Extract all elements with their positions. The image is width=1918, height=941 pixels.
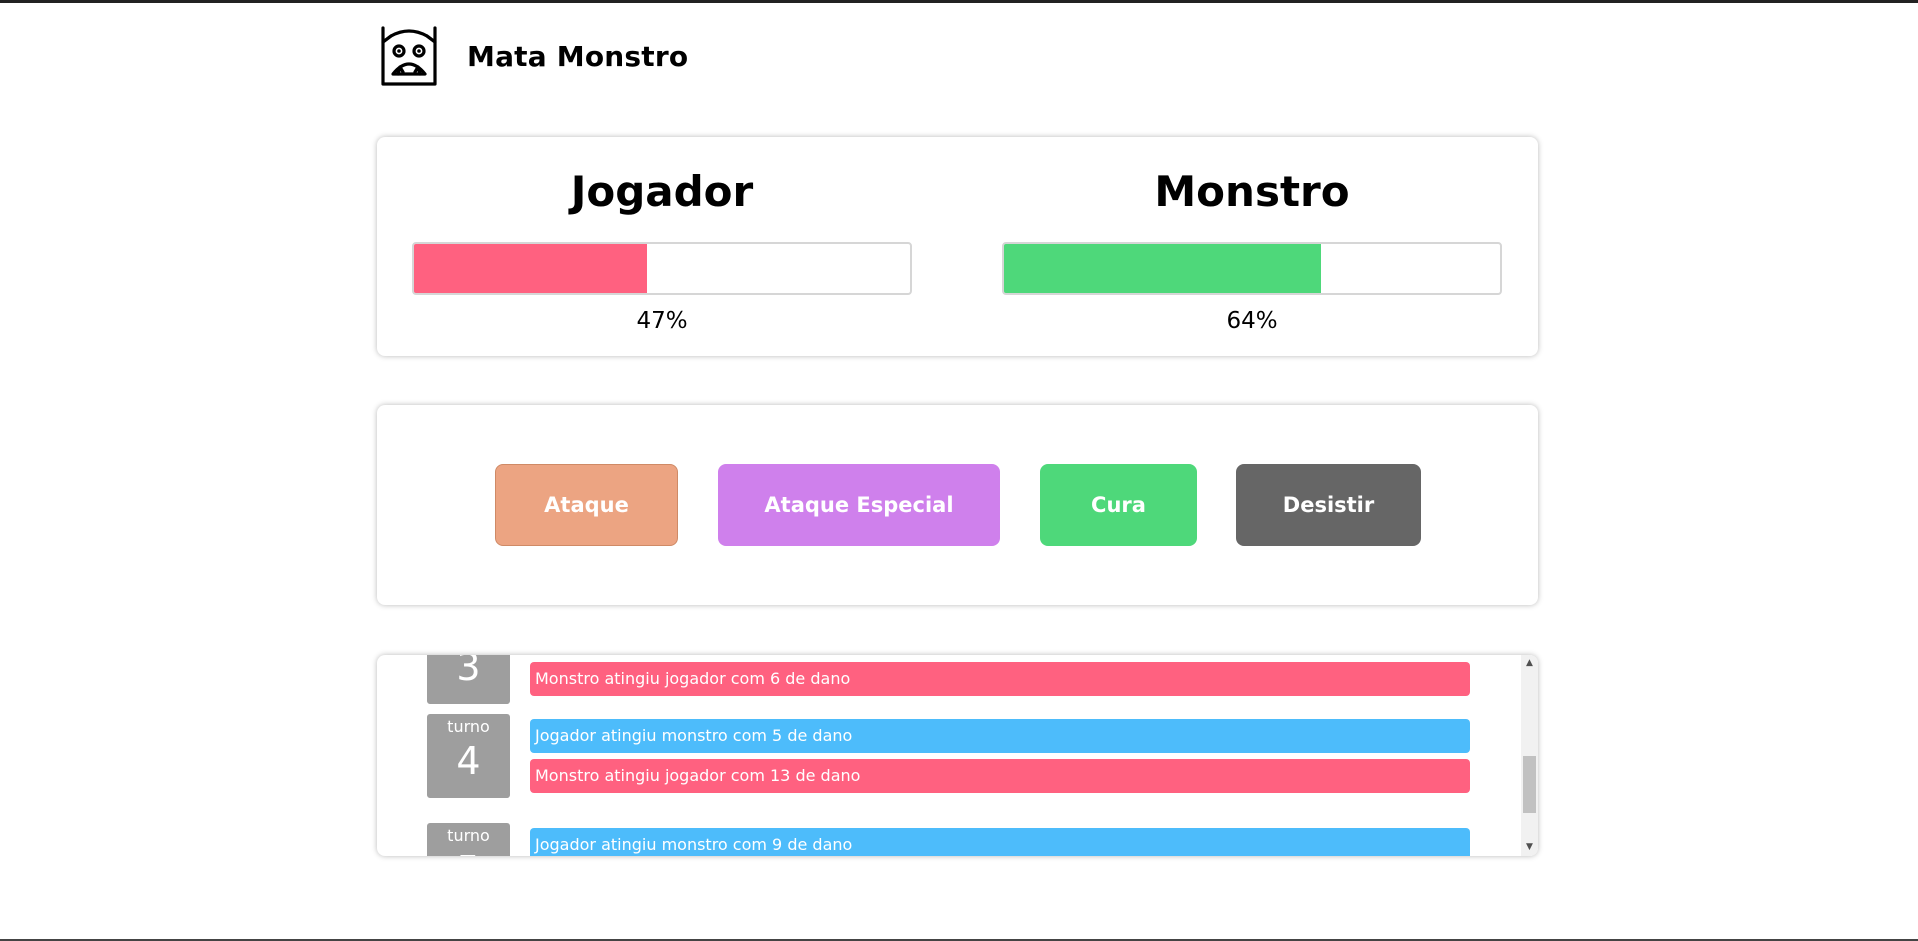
monster-name: Monstro bbox=[1154, 167, 1350, 216]
attack-button[interactable]: Ataque bbox=[495, 464, 678, 546]
turn-label: turno bbox=[447, 826, 490, 845]
window-top-border bbox=[0, 0, 1918, 3]
turn-badge: turno 5 bbox=[427, 823, 510, 856]
log-entry-player: Jogador atingiu monstro com 5 de dano bbox=[530, 719, 1470, 753]
actions-panel: Ataque Ataque Especial Cura Desistir bbox=[377, 405, 1538, 605]
special-attack-button[interactable]: Ataque Especial bbox=[718, 464, 1000, 546]
player-status: Jogador 47% bbox=[412, 137, 912, 334]
battle-log[interactable]: turno 3 Monstro atingiu jogador com 6 de… bbox=[377, 655, 1538, 856]
monster-health-fill bbox=[1004, 244, 1322, 293]
turn-badge: turno 4 bbox=[427, 714, 510, 798]
turn-number: 4 bbox=[456, 739, 481, 783]
log-entry-monster: Monstro atingiu jogador com 13 de dano bbox=[530, 759, 1470, 793]
log-entry-player: Jogador atingiu monstro com 9 de dano bbox=[530, 828, 1470, 856]
scroll-down-arrow-icon[interactable]: ▼ bbox=[1521, 839, 1538, 856]
monster-health-percent: 64% bbox=[1226, 308, 1278, 334]
player-health-fill bbox=[414, 244, 648, 293]
turn-badge: turno 3 bbox=[427, 655, 510, 704]
scroll-thumb[interactable] bbox=[1523, 756, 1536, 813]
monster-health-bar bbox=[1002, 242, 1502, 295]
app-header: Mata Monstro bbox=[377, 24, 688, 88]
turn-number: 3 bbox=[456, 655, 481, 689]
monster-status: Monstro 64% bbox=[1002, 137, 1502, 334]
status-panel: Jogador 47% Monstro 64% bbox=[377, 137, 1538, 356]
scroll-up-arrow-icon[interactable]: ▲ bbox=[1521, 655, 1538, 672]
app-title: Mata Monstro bbox=[467, 39, 689, 73]
player-name: Jogador bbox=[570, 167, 754, 216]
turn-number: 5 bbox=[427, 846, 510, 856]
log-scrollbar[interactable]: ▲ ▼ bbox=[1521, 655, 1538, 856]
action-buttons: Ataque Ataque Especial Cura Desistir bbox=[377, 464, 1538, 546]
give-up-button[interactable]: Desistir bbox=[1236, 464, 1421, 546]
player-health-percent: 47% bbox=[636, 308, 688, 334]
player-health-bar bbox=[412, 242, 912, 295]
log-entry-monster: Monstro atingiu jogador com 6 de dano bbox=[530, 662, 1470, 696]
heal-button[interactable]: Cura bbox=[1040, 464, 1197, 546]
turn-label: turno bbox=[447, 717, 490, 736]
monster-face-icon bbox=[381, 26, 437, 86]
